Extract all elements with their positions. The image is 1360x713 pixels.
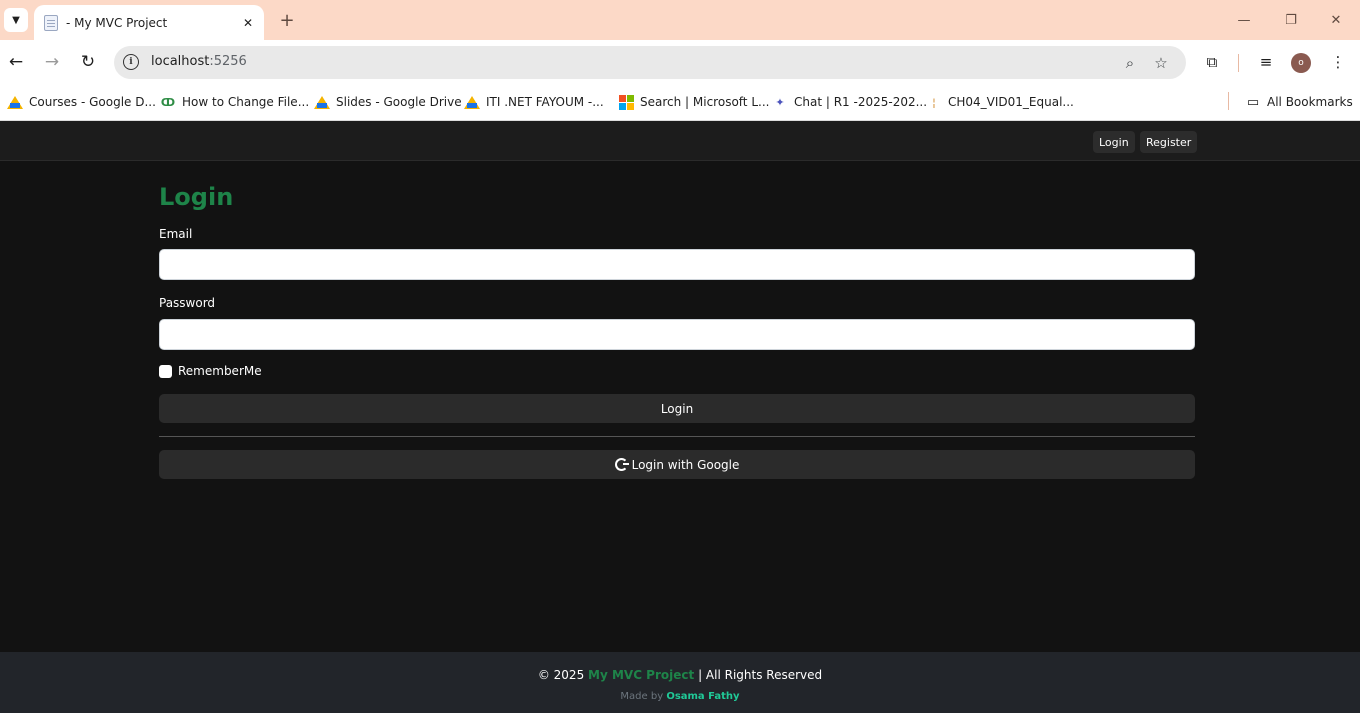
remember-me-checkbox[interactable]	[159, 365, 172, 378]
form-divider	[159, 436, 1195, 437]
microsoft-icon	[618, 94, 634, 110]
bookmark-item[interactable]: Slides - Google Drive	[314, 92, 462, 112]
login-button[interactable]: Login	[159, 394, 1195, 423]
profile-avatar[interactable]: o	[1291, 53, 1311, 73]
site-footer: © 2025 My MVC Project | All Rights Reser…	[0, 652, 1360, 713]
bookmark-item[interactable]: Search | Microsoft L...	[618, 92, 769, 112]
nav-register-link[interactable]: Register	[1140, 131, 1198, 153]
google-drive-icon	[464, 94, 480, 110]
bookmarks-separator	[1228, 92, 1229, 110]
geeksforgeeks-icon: ↀ	[160, 95, 176, 109]
google-icon	[614, 458, 629, 471]
all-bookmarks-button[interactable]: ▭ All Bookmarks	[1245, 92, 1353, 112]
browser-toolbar: ← → ↻ i localhost:5256 ⌕ ☆ ⧉ ≡ ⋮	[0, 40, 1360, 84]
tab-close-icon[interactable]: ✕	[238, 13, 258, 33]
email-input[interactable]	[159, 249, 1195, 280]
forward-arrow-icon[interactable]: →	[40, 50, 64, 74]
browser-tab-active[interactable]: - My MVC Project ✕	[34, 5, 264, 40]
footer-copyright: © 2025 My MVC Project | All Rights Reser…	[537, 668, 823, 682]
bookmark-item[interactable]: ¦ CH04_VID01_Equal...	[926, 92, 1074, 112]
extensions-puzzle-icon[interactable]: ⧉	[1200, 50, 1224, 74]
browser-tab-bar: ▼ - My MVC Project ✕ + — ❐ ✕	[0, 0, 1360, 40]
zoom-icon[interactable]: ⌕	[1119, 52, 1141, 74]
bookmark-icon: ¦	[932, 95, 936, 109]
new-tab-button[interactable]: +	[276, 9, 298, 31]
password-input[interactable]	[159, 319, 1195, 350]
password-label: Password	[159, 296, 216, 310]
close-window-icon[interactable]: ✕	[1326, 10, 1346, 30]
bookmark-star-icon[interactable]: ☆	[1150, 52, 1172, 74]
reload-icon[interactable]: ↻	[76, 50, 100, 74]
minimize-icon[interactable]: —	[1234, 10, 1254, 30]
tab-title: - My MVC Project	[66, 15, 168, 30]
bookmark-item[interactable]: ITI .NET FAYOUM -...	[464, 92, 604, 112]
footer-author: Osama Fathy	[666, 691, 740, 702]
page-favicon-icon	[44, 14, 58, 31]
url-text[interactable]: localhost:5256	[151, 54, 247, 69]
address-bar[interactable]: i localhost:5256 ⌕ ☆	[114, 46, 1186, 79]
google-drive-icon	[7, 94, 23, 110]
google-drive-icon	[314, 94, 330, 110]
folder-icon: ▭	[1246, 94, 1260, 110]
site-info-icon[interactable]: i	[123, 54, 139, 70]
remember-me-label[interactable]: RememberMe	[178, 364, 262, 378]
bookmark-item[interactable]: Courses - Google D...	[7, 92, 156, 112]
back-arrow-icon[interactable]: ←	[4, 50, 28, 74]
browser-menu-icon[interactable]: ⋮	[1326, 50, 1350, 74]
email-label: Email	[159, 227, 193, 241]
bookmark-item[interactable]: ✦ Chat | R1 -2025-202...	[772, 92, 927, 112]
footer-brand: My MVC Project	[588, 668, 695, 682]
nav-login-link[interactable]: Login	[1093, 131, 1135, 153]
footer-credit: Made by Osama Fathy	[620, 691, 740, 702]
toolbar-separator	[1238, 54, 1239, 72]
site-navbar: Login Register	[0, 121, 1360, 161]
bookmarks-bar: Courses - Google D... ↀ How to Change Fi…	[0, 84, 1360, 121]
page-title: Login	[159, 183, 234, 211]
bookmark-item[interactable]: ↀ How to Change File...	[160, 92, 309, 112]
teams-icon: ✦	[775, 95, 785, 109]
login-with-google-button[interactable]: Login with Google	[159, 450, 1195, 479]
tab-search-chevron-icon[interactable]: ▼	[4, 8, 28, 32]
media-control-icon[interactable]: ≡	[1254, 50, 1278, 74]
restore-icon[interactable]: ❐	[1281, 10, 1301, 30]
